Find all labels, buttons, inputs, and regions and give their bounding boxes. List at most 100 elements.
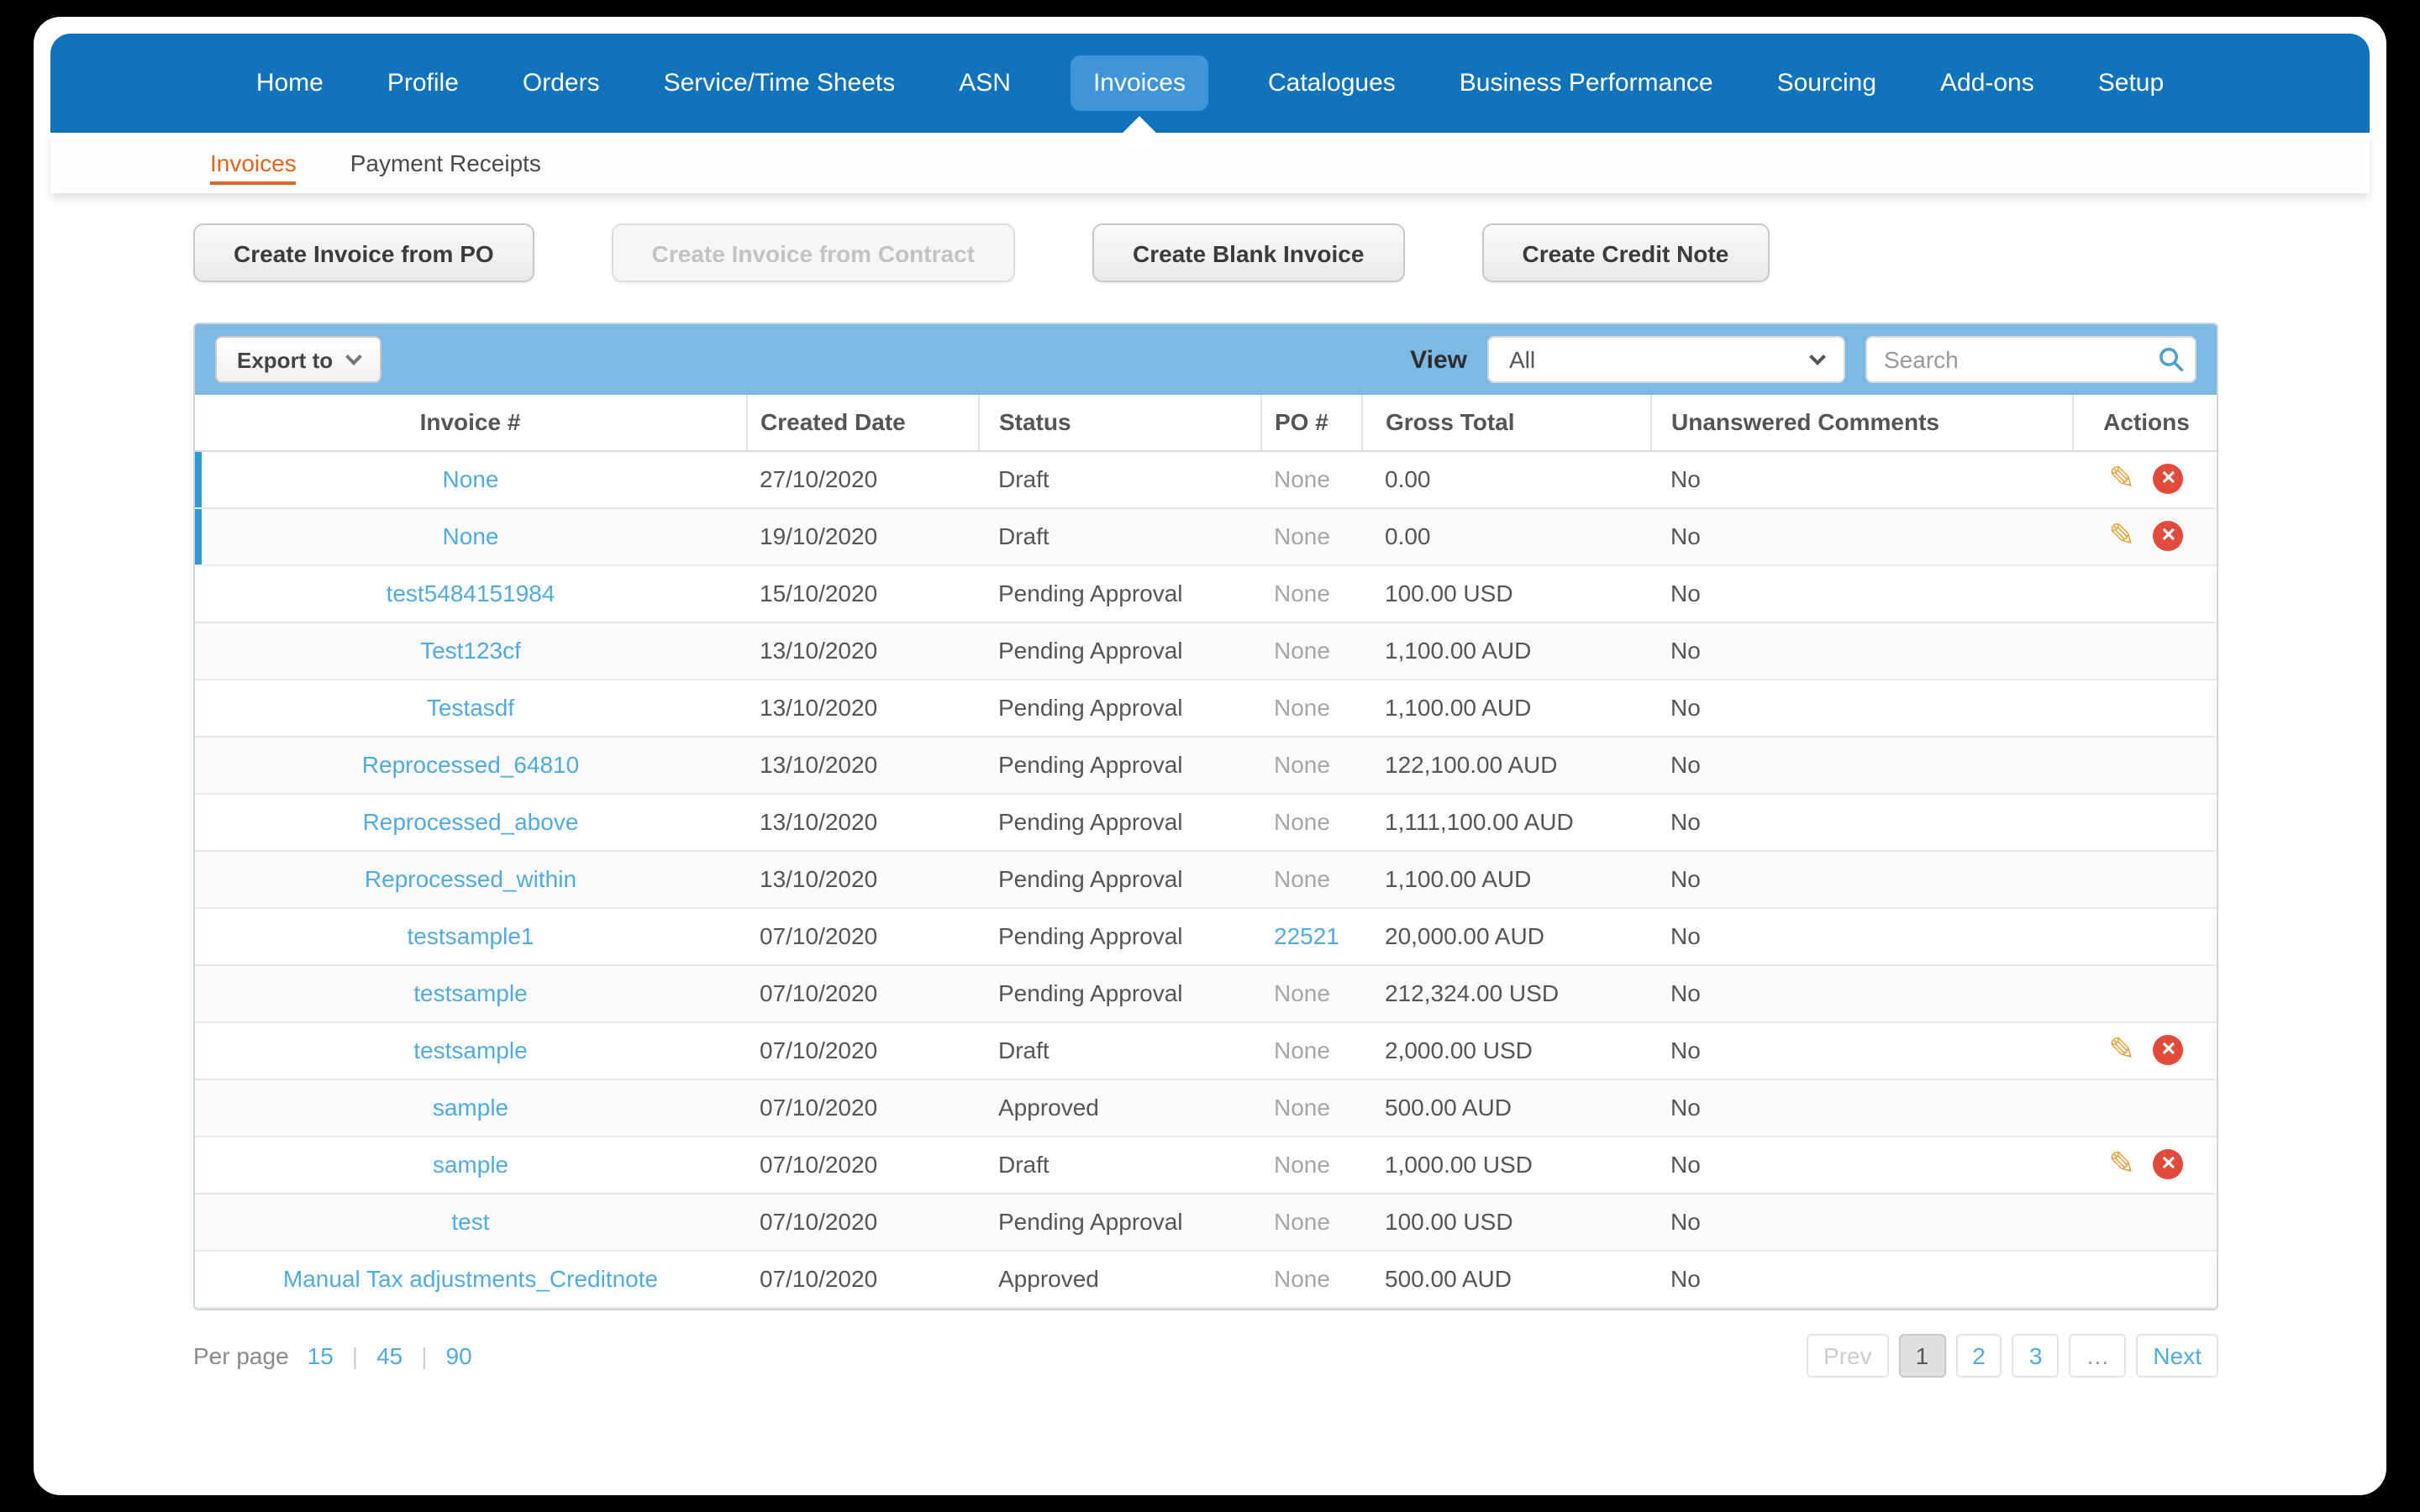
po-cell: None (1260, 793, 1361, 851)
actions-cell (2072, 679, 2217, 737)
nav-item-asn[interactable]: ASN (955, 55, 1014, 111)
delete-icon[interactable]: ✕ (2153, 464, 2184, 494)
delete-icon[interactable]: ✕ (2153, 1149, 2184, 1179)
invoice-link[interactable]: None (443, 522, 499, 549)
subnav-item-payment-receipts[interactable]: Payment Receipts (350, 150, 541, 176)
page-1[interactable]: 1 (1898, 1333, 1946, 1377)
page-2[interactable]: 2 (1955, 1333, 2002, 1377)
app-window: Home Profile Orders Service/Time Sheets ASN I… (34, 17, 2386, 1495)
po-cell: None (1260, 850, 1361, 908)
status-cell: Pending Approval (978, 850, 1260, 908)
table-row: Reprocessed_above 13/10/2020 Pending App… (195, 793, 2217, 851)
po-cell: None (1260, 622, 1361, 680)
per-page-90[interactable]: 90 (446, 1341, 472, 1368)
invoice-link[interactable]: testsample (413, 1037, 527, 1063)
screen: Home Profile Orders Service/Time Sheets ASN I… (0, 0, 2420, 1512)
nav-item-orders[interactable]: Orders (519, 55, 603, 111)
delete-icon[interactable]: ✕ (2153, 521, 2184, 551)
nav-item-add-ons[interactable]: Add-ons (1937, 55, 2038, 111)
gross-total-cell: 20,000.00 AUD (1361, 907, 1650, 965)
subnav-item-invoices[interactable]: Invoices (210, 149, 297, 184)
invoice-link[interactable]: Test123cf (420, 637, 521, 664)
gross-total-cell: 212,324.00 USD (1361, 964, 1650, 1022)
pagination: Prev 1 2 3… Next (1807, 1333, 2218, 1377)
gross-total-cell: 0.00 (1361, 507, 1650, 565)
create-invoice-from-contract-button: Create Invoice from Contract (611, 223, 1015, 282)
invoice-link[interactable]: test (451, 1208, 489, 1235)
status-cell: Pending Approval (978, 622, 1260, 680)
per-page-15[interactable]: 15 (308, 1341, 334, 1368)
po-cell: None (1260, 679, 1361, 737)
created-date-cell: 07/10/2020 (746, 1021, 978, 1079)
nav-item-service-time-sheets[interactable]: Service/Time Sheets (660, 55, 899, 111)
invoice-link[interactable]: Testasdf (427, 694, 514, 721)
unanswered-comments-cell: No (1650, 850, 2072, 908)
po-cell: None (1260, 1021, 1361, 1079)
invoice-link[interactable]: test5484151984 (387, 580, 555, 606)
invoice-link[interactable]: testsample (413, 979, 527, 1006)
delete-icon[interactable]: ✕ (2153, 1035, 2184, 1065)
unanswered-comments-cell: No (1650, 564, 2072, 622)
invoice-link[interactable]: Reprocessed_within (365, 865, 576, 892)
created-date-cell: 13/10/2020 (746, 679, 978, 737)
invoice-link[interactable]: sample (433, 1094, 508, 1121)
po-link[interactable]: 22521 (1260, 907, 1361, 965)
nav-item-profile[interactable]: Profile (384, 55, 462, 111)
nav-item-home[interactable]: Home (253, 55, 327, 111)
unanswered-comments-cell: No (1650, 1250, 2072, 1308)
per-page-45[interactable]: 45 (376, 1341, 402, 1368)
create-credit-note-button[interactable]: Create Credit Note (1481, 223, 1770, 282)
invoice-link[interactable]: Reprocessed_64810 (362, 751, 579, 778)
view-label: View (1410, 345, 1467, 374)
page-prev: Prev (1807, 1333, 1889, 1377)
search-box (1865, 336, 2196, 383)
create-invoice-from-po-button[interactable]: Create Invoice from PO (193, 223, 534, 282)
nav-item-sourcing[interactable]: Sourcing (1774, 55, 1880, 111)
unanswered-comments-cell: No (1650, 907, 2072, 965)
page-next[interactable]: Next (2136, 1333, 2218, 1377)
unanswered-comments-cell: No (1650, 736, 2072, 794)
separator: | (421, 1341, 428, 1368)
chevron-down-icon (1809, 348, 1826, 365)
actions-cell: ✎ ✕ (2072, 450, 2217, 508)
table-row: Reprocessed_within 13/10/2020 Pending Ap… (195, 850, 2217, 908)
nav-item-invoices[interactable]: Invoices (1071, 55, 1207, 111)
column-header-status: Status (978, 395, 1261, 451)
nav-item-catalogues[interactable]: Catalogues (1265, 55, 1399, 111)
created-date-cell: 07/10/2020 (746, 1136, 978, 1194)
pencil-icon[interactable]: ✎ (2108, 1147, 2135, 1182)
table-row: None 19/10/2020 Draft None 0.00 No ✎ ✕ (195, 507, 2217, 565)
invoice-link[interactable]: testsample1 (408, 922, 534, 949)
view-select[interactable]: All (1487, 336, 1845, 383)
search-icon[interactable] (2158, 346, 2185, 381)
invoice-link[interactable]: Manual Tax adjustments_Creditnote (283, 1265, 658, 1292)
page-3[interactable]: 3 (2012, 1333, 2060, 1377)
nav-item-setup[interactable]: Setup (2095, 55, 2167, 111)
actions-cell (2072, 564, 2217, 622)
created-date-cell: 27/10/2020 (746, 450, 978, 508)
invoice-link[interactable]: Reprocessed_above (363, 808, 579, 835)
pencil-icon[interactable]: ✎ (2108, 518, 2135, 554)
create-blank-invoice-button[interactable]: Create Blank Invoice (1092, 223, 1405, 282)
status-cell: Pending Approval (978, 793, 1260, 851)
po-cell: None (1260, 1079, 1361, 1137)
actions-cell (2072, 622, 2217, 680)
invoices-table: Invoice # Created Date Status PO # Gross Tot… (195, 395, 2217, 1308)
export-to-button[interactable]: Export to (215, 336, 382, 383)
po-cell: None (1260, 1250, 1361, 1308)
po-cell: None (1260, 736, 1361, 794)
invoice-link[interactable]: sample (433, 1151, 508, 1178)
invoice-link[interactable]: None (443, 465, 499, 492)
nav-item-business-performance[interactable]: Business Performance (1456, 55, 1717, 111)
search-input[interactable] (1865, 336, 2196, 383)
status-cell: Pending Approval (978, 907, 1260, 965)
created-date-cell: 13/10/2020 (746, 736, 978, 794)
export-to-label: Export to (237, 347, 334, 372)
pencil-icon[interactable]: ✎ (2108, 461, 2135, 496)
pencil-icon[interactable]: ✎ (2108, 1032, 2135, 1068)
unanswered-comments-cell: No (1650, 793, 2072, 851)
column-header-actions: Actions (2072, 395, 2217, 451)
status-cell: Pending Approval (978, 564, 1260, 622)
per-page-options: Per page 15 | 45 | 90 (193, 1341, 472, 1368)
actions-cell (2072, 793, 2217, 851)
